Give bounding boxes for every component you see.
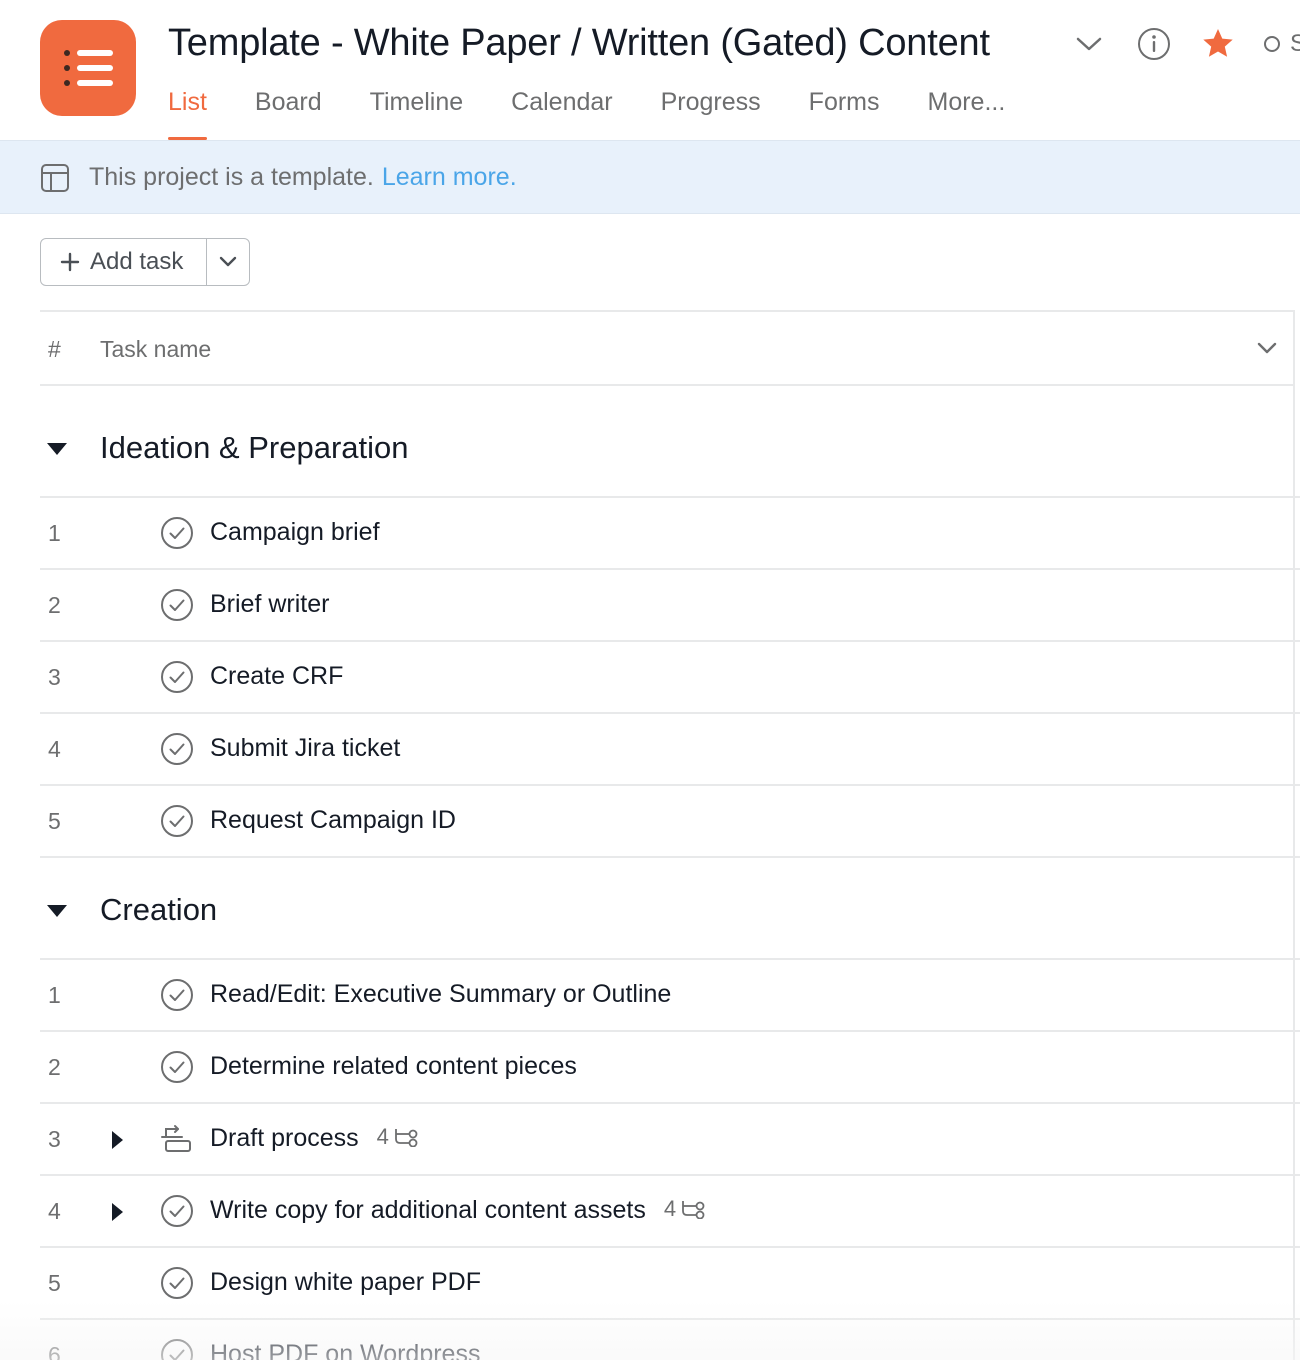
template-banner: This project is a template. Learn more. (0, 140, 1300, 214)
task-number: 1 (48, 982, 61, 1008)
task-row[interactable]: 3 Create CRF (40, 642, 1300, 714)
plus-icon (60, 252, 80, 272)
task-name[interactable]: Campaign brief (210, 518, 380, 547)
task-number: 5 (48, 808, 61, 834)
template-layout-icon (40, 163, 70, 198)
tab-forms[interactable]: Forms (809, 88, 880, 140)
collapse-caret-icon[interactable] (46, 904, 68, 923)
info-icon[interactable] (1136, 26, 1172, 67)
subtask-icon (395, 1129, 418, 1148)
banner-text: This project is a template. (89, 163, 374, 191)
task-number: 6 (48, 1342, 61, 1360)
task-name-text[interactable]: Write copy for additional content assets (210, 1196, 646, 1224)
task-number: 4 (48, 1198, 61, 1224)
add-task-split-button: Add task (40, 238, 250, 286)
section-title[interactable]: Creation (100, 892, 217, 928)
column-options-chevron-icon[interactable] (1256, 340, 1278, 361)
check-circle-icon[interactable] (160, 1266, 194, 1305)
add-task-label: Add task (90, 248, 184, 275)
task-name-text[interactable]: Draft process (210, 1124, 359, 1152)
collapse-caret-icon[interactable] (46, 442, 68, 461)
section-header[interactable]: Creation (40, 850, 1300, 960)
check-circle-icon[interactable] (160, 732, 194, 771)
tab-timeline[interactable]: Timeline (370, 88, 464, 140)
chevron-down-icon[interactable] (1072, 30, 1106, 63)
task-row[interactable]: 1 Read/Edit: Executive Summary or Outlin… (40, 960, 1300, 1032)
task-row[interactable]: 5 Design white paper PDF (40, 1248, 1300, 1320)
task-row[interactable]: 5 Request Campaign ID (40, 786, 1300, 858)
task-row[interactable]: 4 Submit Jira ticket (40, 714, 1300, 786)
check-circle-icon[interactable] (160, 1194, 194, 1233)
column-header-number: # (48, 336, 61, 362)
expand-caret-icon[interactable] (110, 1130, 124, 1155)
add-task-dropdown[interactable] (207, 239, 249, 285)
subtask-count[interactable]: 4 (377, 1124, 419, 1150)
subtask-icon (682, 1201, 705, 1220)
check-circle-icon[interactable] (160, 1338, 194, 1360)
view-tabs: List Board Timeline Calendar Progress Fo… (168, 88, 1053, 140)
task-row[interactable]: 1 Campaign brief (40, 498, 1300, 570)
task-name[interactable]: Draft process 4 (210, 1124, 419, 1153)
task-number: 1 (48, 520, 61, 546)
approval-process-icon[interactable] (160, 1122, 194, 1161)
task-row[interactable]: 6 Host PDF on Wordpress (40, 1320, 1300, 1360)
banner-message: This project is a template. Learn more. (89, 163, 517, 192)
task-number: 5 (48, 1270, 61, 1296)
star-icon[interactable] (1200, 26, 1236, 67)
project-header: Template - White Paper / Written (Gated)… (0, 0, 1300, 140)
subtask-count-number: 4 (663, 1196, 677, 1221)
task-name[interactable]: Request Campaign ID (210, 806, 456, 835)
task-number: 3 (48, 1126, 61, 1152)
task-name[interactable]: Write copy for additional content assets… (210, 1196, 706, 1225)
task-row[interactable]: 4 Write copy for additional content asse… (40, 1176, 1300, 1248)
task-number: 2 (48, 592, 61, 618)
add-task-button[interactable]: Add task (41, 239, 207, 285)
task-name[interactable]: Design white paper PDF (210, 1268, 481, 1297)
tab-list[interactable]: List (168, 88, 207, 140)
subtask-count[interactable]: 4 (664, 1196, 706, 1222)
task-name[interactable]: Determine related content pieces (210, 1052, 577, 1081)
subtask-count-number: 4 (376, 1124, 389, 1149)
check-circle-icon[interactable] (160, 978, 194, 1017)
table-header: # Task name (40, 312, 1294, 386)
task-row[interactable]: 3 Draft process 4 (40, 1104, 1300, 1176)
status-circle-icon[interactable] (1264, 36, 1280, 52)
task-name[interactable]: Create CRF (210, 662, 343, 691)
check-circle-icon[interactable] (160, 588, 194, 627)
tab-board[interactable]: Board (255, 88, 322, 140)
tab-progress[interactable]: Progress (661, 88, 761, 140)
tab-more[interactable]: More... (928, 88, 1006, 140)
task-number: 2 (48, 1054, 61, 1080)
task-name[interactable]: Host PDF on Wordpress (210, 1340, 480, 1360)
check-circle-icon[interactable] (160, 660, 194, 699)
tab-calendar[interactable]: Calendar (511, 88, 612, 140)
project-list-icon[interactable] (40, 20, 136, 116)
task-number: 4 (48, 736, 61, 762)
chevron-down-icon (219, 256, 237, 267)
check-circle-icon[interactable] (160, 804, 194, 843)
page-title[interactable]: Template - White Paper / Written (Gated)… (168, 22, 990, 65)
task-row[interactable]: 2 Brief writer (40, 570, 1300, 642)
column-header-task-name[interactable]: Task name (100, 336, 211, 363)
section-header[interactable]: Ideation & Preparation (40, 388, 1300, 498)
task-row[interactable]: 2 Determine related content pieces (40, 1032, 1300, 1104)
task-name[interactable]: Read/Edit: Executive Summary or Outline (210, 980, 671, 1009)
task-name[interactable]: Submit Jira ticket (210, 734, 400, 763)
section-title[interactable]: Ideation & Preparation (100, 430, 409, 466)
status-label[interactable]: S (1290, 30, 1300, 58)
task-name[interactable]: Brief writer (210, 590, 329, 619)
check-circle-icon[interactable] (160, 516, 194, 555)
expand-caret-icon[interactable] (110, 1202, 124, 1227)
learn-more-link[interactable]: Learn more. (382, 163, 517, 191)
check-circle-icon[interactable] (160, 1050, 194, 1089)
task-number: 3 (48, 664, 61, 690)
